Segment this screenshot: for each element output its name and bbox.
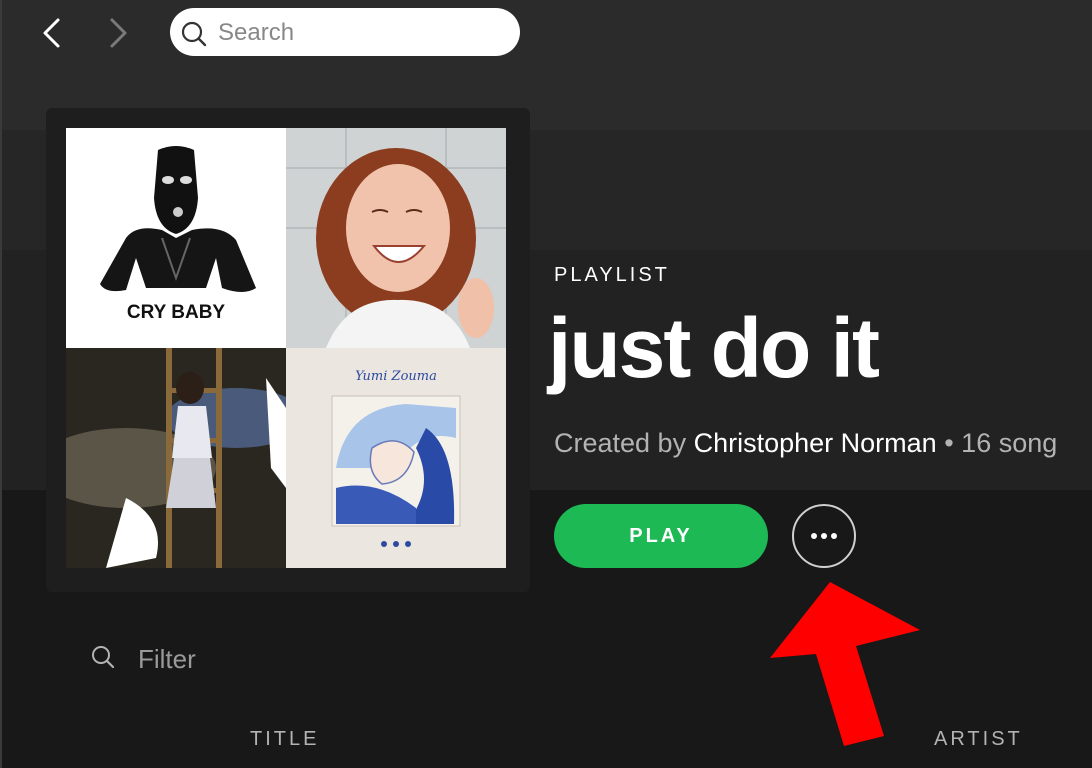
album-cover-1: CRY BABY	[66, 128, 286, 348]
owner-link[interactable]: Christopher Norman	[694, 428, 937, 458]
search-input[interactable]	[216, 16, 510, 50]
svg-text:Yumi Zouma: Yumi Zouma	[355, 369, 437, 384]
song-count: 16 song	[961, 428, 1058, 458]
chevron-left-icon	[43, 18, 60, 48]
search-bar[interactable]	[170, 8, 520, 56]
back-button[interactable]	[36, 16, 70, 50]
playlist-cover[interactable]: CRY BABY Yumi Zouma	[66, 128, 506, 568]
filter-placeholder: Filter	[138, 644, 196, 674]
album-cover-3	[66, 348, 286, 568]
svg-text:CRY BABY: CRY BABY	[127, 302, 226, 323]
filter-field[interactable]: Filter	[86, 638, 326, 678]
more-icon	[811, 533, 837, 539]
created-by-label: Created by	[554, 428, 687, 458]
album-cover-2	[286, 128, 506, 348]
window-edge	[0, 0, 2, 768]
meta-separator: •	[944, 428, 954, 458]
more-options-button[interactable]	[792, 504, 856, 568]
playlist-type-label: PLAYLIST	[554, 264, 670, 286]
play-button[interactable]: PLAY	[554, 504, 768, 568]
filter-search-icon	[92, 646, 115, 669]
chevron-right-icon	[110, 18, 127, 48]
playlist-meta: Created by Christopher Norman • 16 song	[554, 428, 1092, 459]
forward-button[interactable]	[102, 16, 136, 50]
column-header-artist[interactable]: ARTIST	[934, 728, 1023, 751]
search-icon	[181, 21, 207, 47]
album-cover-4: Yumi Zouma	[286, 348, 506, 568]
playlist-title: just do it	[548, 301, 880, 395]
annotation-arrow-icon	[770, 582, 920, 746]
column-header-title[interactable]: TITLE	[250, 728, 319, 751]
